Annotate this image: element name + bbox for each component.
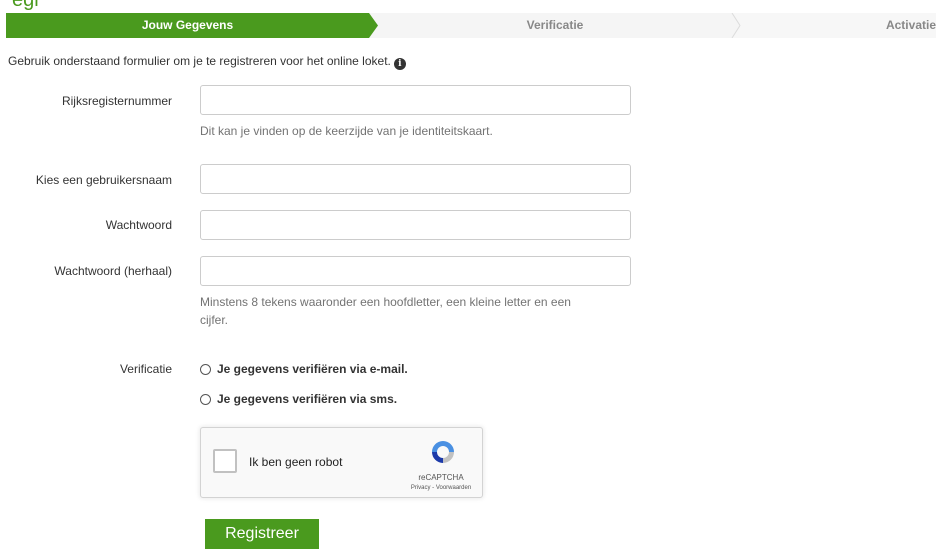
recaptcha-brand: reCAPTCHA <box>418 473 464 482</box>
recaptcha-widget: Ik ben geen robot reCAPTCHA Privacy - Vo… <box>200 427 483 498</box>
radio-sms[interactable] <box>200 393 211 405</box>
info-icon[interactable]: i <box>393 58 406 70</box>
wachtwoord-input[interactable] <box>200 210 631 240</box>
intro-text: Gebruik onderstaand formulier om je te r… <box>8 54 406 70</box>
help-wachtwoord-line1: Minstens 8 tekens waaronder een hoofdlet… <box>200 295 571 309</box>
radio-email[interactable] <box>200 363 211 375</box>
recaptcha-label: Ik ben geen robot <box>249 455 343 469</box>
label-wachtwoord: Wachtwoord <box>105 218 172 232</box>
recaptcha-checkbox[interactable] <box>213 449 237 473</box>
label-gebruikersnaam: Kies een gebruikersnaam <box>35 173 172 187</box>
page-header-partial: egi <box>12 0 39 11</box>
radio-sms-label: Je gegevens verifiëren via sms. <box>217 392 398 406</box>
help-rijksregisternummer: Dit kan je vinden op de keerzijde van je… <box>200 124 493 138</box>
label-wachtwoord-herhaal: Wachtwoord (herhaal) <box>54 264 172 278</box>
rijksregisternummer-input[interactable] <box>200 85 631 115</box>
radio-verify-email[interactable]: Je gegevens verifiëren via e-mail. <box>200 362 408 376</box>
help-wachtwoord-line2: cijfer. <box>200 313 229 327</box>
label-rijksregisternummer: Rijksregisternummer <box>61 94 172 108</box>
step-jouw-gegevens: Jouw Gegevens <box>141 18 234 32</box>
progress-steps: Jouw Gegevens Verificatie Activatie <box>6 13 936 38</box>
wachtwoord-herhaal-input[interactable] <box>200 256 631 286</box>
radio-email-label: Je gegevens verifiëren via e-mail. <box>217 362 408 376</box>
intro-label: Gebruik onderstaand formulier om je te r… <box>8 54 391 68</box>
label-verificatie: Verificatie <box>119 362 172 376</box>
radio-verify-sms[interactable]: Je gegevens verifiëren via sms. <box>200 392 397 406</box>
step-activatie: Activatie <box>885 18 936 32</box>
registreer-button[interactable]: Registreer <box>205 519 319 549</box>
step-verificatie: Verificatie <box>526 18 584 32</box>
gebruikersnaam-input[interactable] <box>200 164 631 194</box>
recaptcha-links[interactable]: Privacy - Voorwaarden <box>406 485 476 491</box>
recaptcha-logo-icon <box>432 441 454 463</box>
